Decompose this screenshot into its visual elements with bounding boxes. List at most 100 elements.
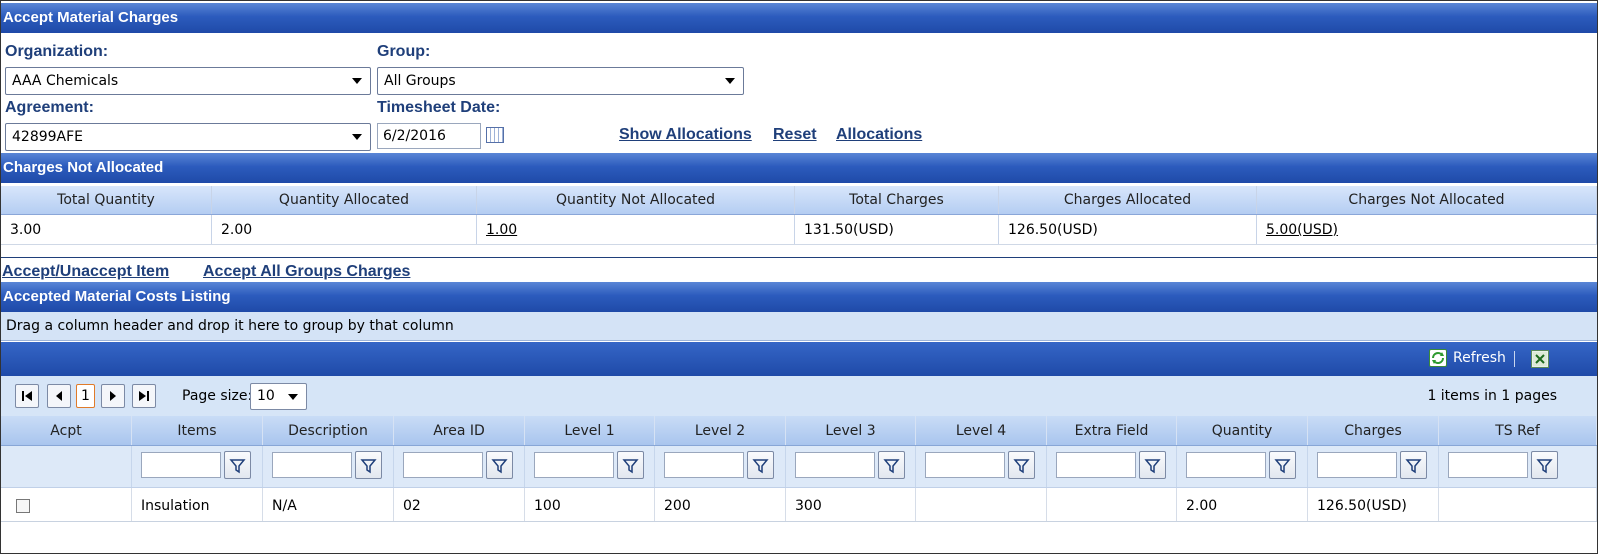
- filter-cell-level-3: [786, 446, 916, 487]
- filter-icon[interactable]: [1531, 451, 1558, 479]
- group-select[interactable]: All Groups: [377, 67, 744, 95]
- quantity-not-allocated-link[interactable]: 1.00: [486, 222, 517, 238]
- charges-not-allocated-bar: Charges Not Allocated: [1, 153, 1597, 183]
- column-area-id[interactable]: Area ID: [394, 416, 525, 445]
- calendar-icon[interactable]: [486, 127, 504, 143]
- chevron-down-icon[interactable]: [725, 78, 735, 84]
- filter-cell-quantity: [1177, 446, 1308, 487]
- accepted-listing-bar: Accepted Material Costs Listing: [1, 282, 1597, 312]
- filter-input-area-id[interactable]: [403, 452, 483, 478]
- allocations-link[interactable]: Allocations: [836, 126, 922, 144]
- export-excel-icon[interactable]: [1531, 350, 1549, 368]
- listing-title: Accepted Material Costs Listing: [3, 288, 231, 305]
- column-description[interactable]: Description: [263, 416, 394, 445]
- filter-input-level-4[interactable]: [925, 452, 1005, 478]
- column-level-1[interactable]: Level 1: [525, 416, 655, 445]
- filter-icon[interactable]: [355, 451, 382, 479]
- current-page-button[interactable]: 1: [76, 384, 95, 408]
- filter-icon[interactable]: [617, 451, 644, 479]
- column-items[interactable]: Items: [132, 416, 263, 445]
- chevron-down-icon[interactable]: [288, 394, 298, 400]
- items-info: 1 items in 1 pages: [1427, 388, 1557, 404]
- value-charges-allocated: 126.50(USD): [999, 215, 1257, 244]
- next-page-button[interactable]: [101, 384, 125, 408]
- filter-icon[interactable]: [878, 451, 905, 479]
- grid-filter-row: [1, 446, 1597, 488]
- filter-icon[interactable]: [1400, 451, 1427, 479]
- accept-material-charges-page: Accept Material Charges Organization: AA…: [0, 0, 1598, 554]
- column-charges[interactable]: Charges: [1308, 416, 1439, 445]
- agreement-select[interactable]: 42899AFE: [5, 123, 371, 151]
- filter-input-extra-field[interactable]: [1056, 452, 1136, 478]
- page-size-value: 10: [257, 388, 275, 404]
- prev-page-button[interactable]: [47, 384, 71, 408]
- cell-level-3: 300: [786, 488, 916, 521]
- reset-link[interactable]: Reset: [773, 126, 817, 144]
- chevron-down-icon[interactable]: [352, 78, 362, 84]
- show-allocations-link[interactable]: Show Allocations: [619, 126, 752, 144]
- cell-area-id: 02: [394, 488, 525, 521]
- cell-charges: 126.50(USD): [1308, 488, 1439, 521]
- charges-not-allocated-link[interactable]: 5.00(USD): [1266, 222, 1338, 238]
- filter-input-level-3[interactable]: [795, 452, 875, 478]
- filter-input-level-1[interactable]: [534, 452, 614, 478]
- value-quantity-not-allocated-cell: 1.00: [477, 215, 795, 244]
- last-page-button[interactable]: [132, 384, 156, 408]
- group-by-drop-area[interactable]: Drag a column header and drop it here to…: [1, 312, 1597, 341]
- filter-input-description[interactable]: [272, 452, 352, 478]
- refresh-button[interactable]: Refresh: [1453, 350, 1506, 366]
- charges-section-title: Charges Not Allocated: [3, 159, 164, 176]
- filter-icon[interactable]: [486, 451, 513, 479]
- header-total-quantity: Total Quantity: [1, 186, 212, 214]
- grid-pager: 1 Page size: 10 1 items in 1 pages: [1, 376, 1597, 416]
- header-total-charges: Total Charges: [795, 186, 999, 214]
- filter-icon[interactable]: [1269, 451, 1296, 479]
- grid-toolbar: Refresh: [1, 342, 1597, 376]
- column-level-3[interactable]: Level 3: [786, 416, 916, 445]
- agreement-value: 42899AFE: [12, 129, 84, 145]
- page-title-bar: Accept Material Charges: [1, 3, 1597, 33]
- header-charges-not-allocated: Charges Not Allocated: [1257, 186, 1597, 214]
- table-row[interactable]: Insulation N/A 02 100 200 300 2.00 126.5…: [1, 488, 1597, 522]
- value-quantity-allocated: 2.00: [212, 215, 477, 244]
- accept-unaccept-item-link[interactable]: Accept/Unaccept Item: [2, 263, 169, 281]
- timesheet-date-label: Timesheet Date:: [377, 99, 501, 116]
- filter-input-charges[interactable]: [1317, 452, 1397, 478]
- column-ts-ref[interactable]: TS Ref: [1439, 416, 1597, 445]
- filter-icon[interactable]: [224, 451, 251, 479]
- filter-input-quantity[interactable]: [1186, 452, 1266, 478]
- filter-cell-ts-ref: [1439, 446, 1597, 487]
- column-extra-field[interactable]: Extra Field: [1047, 416, 1177, 445]
- cell-extra-field: [1047, 488, 1177, 521]
- filter-cell-charges: [1308, 446, 1439, 487]
- column-level-4[interactable]: Level 4: [916, 416, 1047, 445]
- group-label: Group:: [377, 43, 431, 60]
- column-quantity[interactable]: Quantity: [1177, 416, 1308, 445]
- organization-select[interactable]: AAA Chemicals: [5, 67, 371, 95]
- chevron-down-icon[interactable]: [352, 134, 362, 140]
- cell-items: Insulation: [132, 488, 263, 521]
- cell-acpt: [1, 488, 132, 521]
- first-page-button[interactable]: [15, 384, 39, 408]
- cell-description: N/A: [263, 488, 394, 521]
- filter-icon[interactable]: [1008, 451, 1035, 479]
- cell-ts-ref: [1439, 488, 1597, 521]
- refresh-icon[interactable]: [1429, 349, 1447, 367]
- accept-all-groups-charges-link[interactable]: Accept All Groups Charges: [203, 263, 410, 281]
- filter-input-items[interactable]: [141, 452, 221, 478]
- filter-cell-level-1: [525, 446, 655, 487]
- filter-input-ts-ref[interactable]: [1448, 452, 1528, 478]
- filter-input-level-2[interactable]: [664, 452, 744, 478]
- organization-value: AAA Chemicals: [12, 73, 119, 89]
- filter-icon[interactable]: [1139, 451, 1166, 479]
- accept-checkbox[interactable]: [16, 499, 30, 513]
- column-acpt[interactable]: Acpt: [1, 416, 132, 445]
- column-level-2[interactable]: Level 2: [655, 416, 786, 445]
- filter-cell-description: [263, 446, 394, 487]
- value-charges-not-allocated-cell: 5.00(USD): [1257, 215, 1597, 244]
- timesheet-date-value: 6/2/2016: [383, 128, 446, 144]
- page-size-select[interactable]: 10: [250, 383, 307, 410]
- filter-cell-level-4: [916, 446, 1047, 487]
- filter-icon[interactable]: [747, 451, 774, 479]
- timesheet-date-input[interactable]: 6/2/2016: [377, 123, 481, 149]
